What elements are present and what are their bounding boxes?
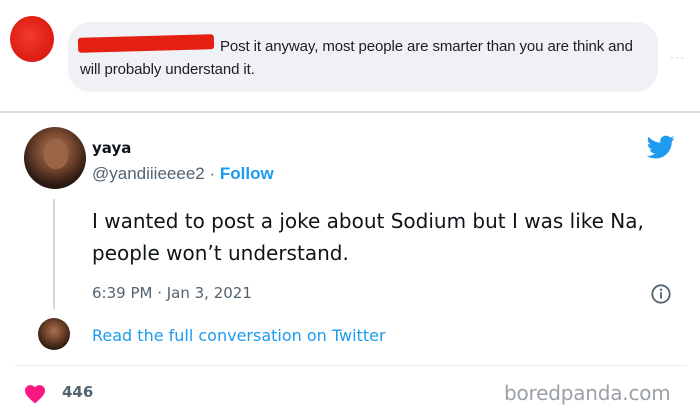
author-name[interactable]: yaya <box>92 139 131 157</box>
comment-text: Post it anyway, most people are smarter … <box>80 38 633 78</box>
tweet-text: I wanted to post a joke about Sodium but… <box>92 209 644 265</box>
conversation-avatar <box>38 318 70 350</box>
footer-divider <box>14 365 686 366</box>
commenter-avatar[interactable] <box>10 16 54 62</box>
author-handle[interactable]: @yandiiieeee2 <box>92 164 205 183</box>
facebook-comment: Post it anyway, most people are smarter … <box>0 0 700 113</box>
info-icon[interactable] <box>650 283 672 305</box>
twitter-bird-icon[interactable] <box>645 133 677 161</box>
follow-button[interactable]: Follow <box>220 164 274 183</box>
separator-dot: · <box>209 164 216 183</box>
embedded-tweet: yaya @yandiiieeee2 · Follow I wanted to … <box>0 113 700 420</box>
author-avatar[interactable] <box>24 127 86 189</box>
ellipsis-icon[interactable]: ··· <box>670 50 685 64</box>
like-count[interactable]: 446 <box>62 383 93 401</box>
read-conversation-link[interactable]: Read the full conversation on Twitter <box>92 326 386 345</box>
comment-text-container: Post it anyway, most people are smarter … <box>80 35 640 81</box>
heart-icon[interactable] <box>24 384 46 404</box>
tweet-timestamp[interactable]: 6:39 PM · Jan 3, 2021 <box>92 284 252 302</box>
watermark: boredpanda.com <box>504 381 671 405</box>
thread-line <box>53 199 55 309</box>
handle-row: @yandiiieeee2 · Follow <box>92 164 274 184</box>
